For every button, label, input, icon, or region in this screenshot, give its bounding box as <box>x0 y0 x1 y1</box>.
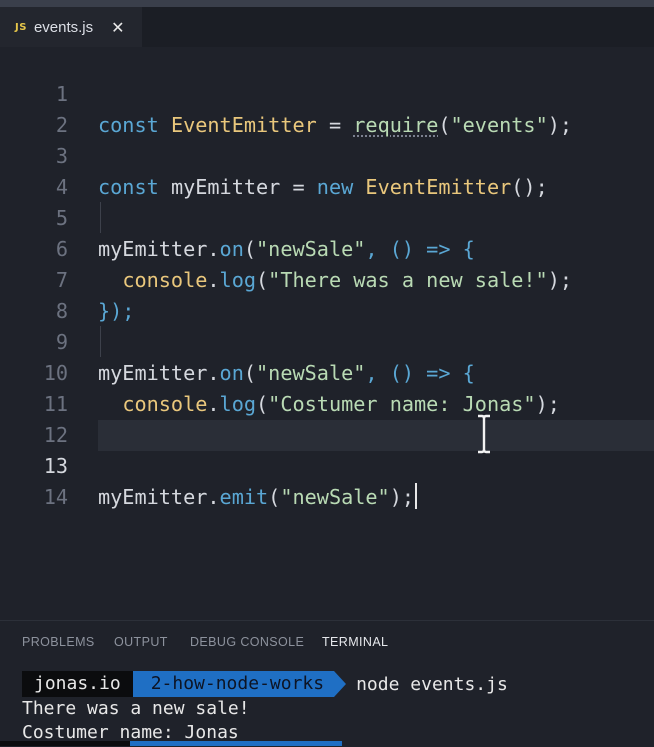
code-line: 10 console.log("Costumer name: Jonas"); <box>0 327 654 416</box>
code-line: 4 <box>0 141 654 199</box>
terminal-output-line: There was a new sale! <box>22 698 250 719</box>
line-number: 12 <box>43 423 68 447</box>
code-editor[interactable]: 1 const EventEmitter = require("events")… <box>0 47 654 620</box>
prompt-host: jonas.io <box>22 671 133 697</box>
code-line: 7 }); <box>0 234 654 323</box>
code-line: 14 <box>0 451 654 509</box>
code-line: 5 myEmitter.on("newSale", () => { <box>0 172 654 261</box>
prompt-host-segment: jonas.io <box>22 671 145 697</box>
bottom-panel: PROBLEMS OUTPUT DEBUG CONSOLE TERMINAL j… <box>0 620 654 747</box>
text-cursor-icon <box>478 414 490 454</box>
close-icon[interactable]: ✕ <box>111 18 124 37</box>
code-line: 1 const EventEmitter = require("events")… <box>0 48 654 137</box>
line-number: 14 <box>43 485 68 509</box>
code-line: 8 <box>0 265 654 323</box>
code-line: 3 const myEmitter = new EventEmitter(); <box>0 110 654 199</box>
tab-output[interactable]: OUTPUT <box>114 635 168 649</box>
prompt-dir-segment: 2-how-node-works <box>132 671 347 697</box>
tab-events-js[interactable]: JS events.js ✕ <box>0 7 142 47</box>
prompt-dir: 2-how-node-works <box>132 671 335 697</box>
tab-problems[interactable]: PROBLEMS <box>22 635 95 649</box>
powerline-arrow-icon <box>334 671 347 697</box>
tab-debug-console[interactable]: DEBUG CONSOLE <box>190 635 304 649</box>
title-strip <box>0 0 654 7</box>
tab-terminal[interactable]: TERMINAL <box>322 635 388 649</box>
code-line: 9 myEmitter.on("newSale", () => { <box>0 296 654 385</box>
next-prompt-host-strip <box>0 741 130 746</box>
code-line: 11 }); <box>0 358 654 447</box>
terminal-prompt: jonas.io 2-how-node-works node events.js <box>22 671 508 697</box>
code-line: 12 <box>0 389 654 447</box>
code-line-active: 13 myEmitter.emit("newSale"); <box>44 420 654 509</box>
code-line: 2 <box>0 79 654 137</box>
panel-tabs: PROBLEMS OUTPUT DEBUG CONSOLE TERMINAL <box>0 621 654 665</box>
editor-tab-bar: JS events.js ✕ <box>0 7 654 47</box>
code-text: myEmitter.emit("newSale"); <box>98 482 418 513</box>
terminal-command: node events.js <box>356 673 508 695</box>
javascript-file-icon: JS <box>15 21 27 33</box>
tab-filename: events.js <box>33 18 94 36</box>
text-caret <box>415 483 418 509</box>
code-line: 6 console.log("There was a new sale!"); <box>0 203 654 292</box>
